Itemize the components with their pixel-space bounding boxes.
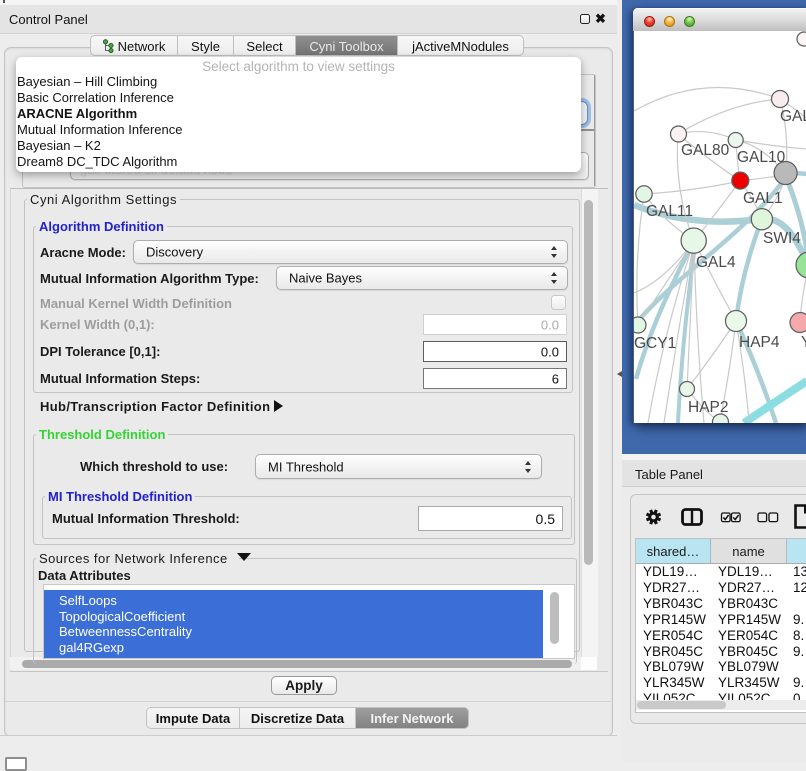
svg-text:SWI4: SWI4 <box>763 230 801 247</box>
svg-text:GAL10: GAL10 <box>737 149 786 166</box>
svg-text:GAL11: GAL11 <box>646 203 693 220</box>
svg-text:HAP2: HAP2 <box>688 399 729 416</box>
svg-text:GAL1: GAL1 <box>743 190 783 207</box>
svg-text:GAL2: GAL2 <box>780 108 806 125</box>
svg-text:GAL80: GAL80 <box>681 142 730 159</box>
svg-text:Y: Y <box>801 334 806 351</box>
svg-text:GAL4: GAL4 <box>696 254 736 271</box>
svg-text:HAP4: HAP4 <box>739 334 780 351</box>
svg-text:GCY1: GCY1 <box>634 335 676 352</box>
